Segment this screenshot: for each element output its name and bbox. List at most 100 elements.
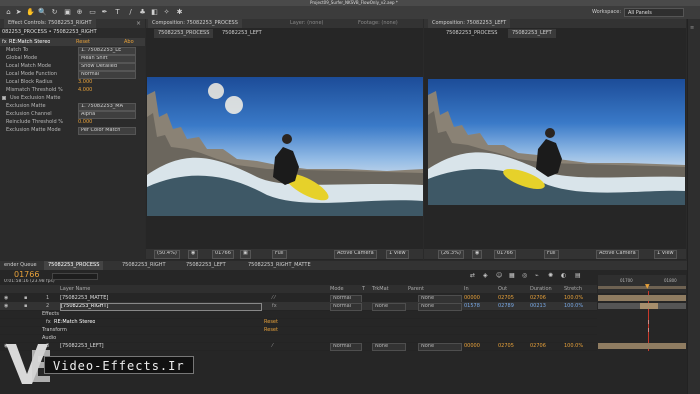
param-select[interactable]: Normal — [78, 71, 136, 79]
pan-behind-tool-icon[interactable]: ⊕ — [75, 8, 84, 17]
param-value[interactable]: 4.000 — [78, 87, 92, 94]
roto-tool-icon[interactable]: ✧ — [162, 8, 171, 17]
param-select[interactable]: 1. 75082253_LE — [78, 47, 136, 55]
param-value[interactable]: 3.000 — [78, 79, 92, 86]
layer-name[interactable]: [75082253_MATTE] — [60, 294, 108, 302]
subtab-process[interactable]: 75082253_PROCESS — [154, 29, 214, 38]
close-icon[interactable]: × — [136, 20, 141, 27]
camera-icon[interactable]: ▣ — [240, 250, 251, 259]
resolution-select[interactable]: Full — [544, 250, 559, 259]
col-t[interactable]: T — [362, 285, 365, 293]
effect-reset-link[interactable]: Reset — [76, 38, 90, 46]
mask-tool-icon[interactable]: ▭ — [88, 8, 97, 17]
tab-layer[interactable]: Layer: (none) — [286, 19, 328, 28]
out-point[interactable]: 02705 — [498, 342, 514, 350]
playhead-icon[interactable]: ▼ — [645, 283, 650, 290]
tab-composition-left[interactable]: Composition: 75082253_LEFT — [428, 19, 511, 28]
home-icon[interactable]: ⌂ — [4, 8, 13, 17]
live-update-icon[interactable]: ◐ — [561, 272, 566, 279]
workspace-select[interactable]: All Panels — [624, 8, 684, 17]
eye-icon[interactable]: ◉ — [4, 294, 8, 302]
panel-menu-icon[interactable]: ≡ — [690, 25, 694, 31]
rotate-tool-icon[interactable]: ↻ — [50, 8, 59, 17]
shy-layers-icon[interactable]: ☺ — [496, 272, 502, 279]
clone-tool-icon[interactable]: ♣ — [138, 8, 147, 17]
text-tool-icon[interactable]: T — [113, 8, 122, 17]
layer-clip-bar-active[interactable] — [640, 303, 658, 309]
param-select[interactable]: Show Detailed — [78, 63, 136, 71]
brainstorm-icon[interactable]: ✺ — [548, 272, 553, 279]
col-in[interactable]: In — [464, 285, 469, 293]
lock-icon[interactable]: ▪ — [24, 294, 27, 302]
timecode-display[interactable]: 01766 — [212, 250, 234, 259]
in-point[interactable]: 01578 — [464, 302, 480, 310]
graph-editor-icon[interactable]: ⌁ — [535, 272, 539, 279]
current-time[interactable]: 01766 — [14, 271, 39, 279]
camera-select[interactable]: Active Camera — [596, 250, 639, 259]
tab-render-queue[interactable]: ender Queue — [0, 261, 41, 270]
col-layer-name[interactable]: Layer Name — [60, 285, 90, 293]
zoom-select[interactable]: (50.4%) — [154, 250, 180, 259]
zoom-select[interactable]: (26.3%) — [438, 250, 464, 259]
timeline-search-field[interactable] — [52, 273, 98, 280]
param-select[interactable]: 1. 75082253_MA — [78, 103, 136, 111]
subtab-process[interactable]: 75082253_PROCESS — [442, 29, 501, 38]
col-parent[interactable]: Parent — [408, 285, 424, 293]
subtab-left[interactable]: 75082253_LEFT — [218, 29, 266, 38]
col-stretch[interactable]: Stretch — [564, 285, 582, 293]
parent-select[interactable]: None — [418, 343, 462, 351]
view-layout-select[interactable]: 1 View — [386, 250, 409, 259]
trkmat-select[interactable]: None — [372, 343, 406, 351]
property-label[interactable]: Transform — [42, 326, 67, 334]
comp-left-viewport[interactable] — [147, 77, 423, 216]
stretch[interactable]: 100.0% — [564, 342, 583, 350]
out-point[interactable]: 02705 — [498, 294, 514, 302]
camera-select[interactable]: Active Camera — [334, 250, 377, 259]
keyframe-marker[interactable]: I — [648, 328, 649, 334]
tab-right[interactable]: 75082253_RIGHT — [118, 261, 170, 270]
keyframe-marker[interactable]: I — [648, 320, 649, 326]
stretch[interactable]: 100.0% — [564, 302, 583, 310]
snapshot-icon[interactable]: ◉ — [472, 250, 483, 259]
lock-icon[interactable]: ▪ — [24, 302, 27, 310]
timecode-display[interactable]: 01766 — [494, 250, 516, 259]
duration[interactable]: 00213 — [530, 302, 546, 310]
work-area-bar[interactable] — [598, 286, 686, 289]
tab-footage[interactable]: Footage: (none) — [354, 19, 402, 28]
frame-blending-icon[interactable]: ▦ — [509, 272, 515, 279]
fx-icon[interactable]: fx — [2, 38, 7, 46]
property-label[interactable]: Effects — [42, 310, 59, 318]
tab-effect-controls[interactable]: Effect Controls: 75082253_RIGHT — [4, 19, 96, 28]
comp-right-viewport[interactable] — [428, 79, 685, 205]
stretch[interactable]: 100.0% — [564, 294, 583, 302]
puppet-tool-icon[interactable]: ✱ — [175, 8, 184, 17]
property-reset[interactable]: Reset — [264, 318, 278, 326]
param-select[interactable]: Alpha — [78, 111, 136, 119]
tab-right-matte[interactable]: 75082253_RIGHT_MATTE — [244, 261, 315, 270]
comp-mini-flowchart-icon[interactable]: ⇄ — [470, 272, 475, 279]
tab-composition-process[interactable]: Composition: 75082253_PROCESS — [148, 19, 242, 28]
eye-icon[interactable]: ◉ — [4, 302, 8, 310]
duration[interactable]: 02706 — [530, 342, 546, 350]
tab-process[interactable]: 75082253_PROCESS — [44, 261, 104, 270]
zoom-tool-icon[interactable]: 🔍 — [38, 8, 47, 17]
camera-tool-icon[interactable]: ▣ — [63, 8, 72, 17]
switches-icon[interactable]: ⁄ — [272, 342, 273, 350]
out-point[interactable]: 02789 — [498, 302, 514, 310]
fx-icon[interactable]: fx — [46, 318, 51, 326]
motion-blur-icon[interactable]: ◎ — [522, 272, 527, 279]
property-reset[interactable]: Reset — [264, 326, 278, 334]
fx-switch-icon[interactable]: fx — [272, 302, 277, 310]
in-point[interactable]: 00000 — [464, 342, 480, 350]
switches-icon[interactable]: ⁄ ⁄ — [272, 294, 275, 302]
brush-tool-icon[interactable]: / — [126, 8, 135, 17]
in-point[interactable]: 00000 — [464, 294, 480, 302]
effect-about-link[interactable]: Abo — [124, 38, 134, 46]
param-value[interactable]: 0.000 — [78, 119, 92, 126]
tab-left[interactable]: 75082253_LEFT — [182, 261, 230, 270]
layer-clip-bar[interactable] — [598, 343, 686, 349]
eraser-tool-icon[interactable]: ◧ — [150, 8, 159, 17]
col-duration[interactable]: Duration — [530, 285, 552, 293]
checkbox[interactable] — [2, 96, 6, 100]
draft-3d-icon[interactable]: ◈ — [483, 272, 488, 279]
